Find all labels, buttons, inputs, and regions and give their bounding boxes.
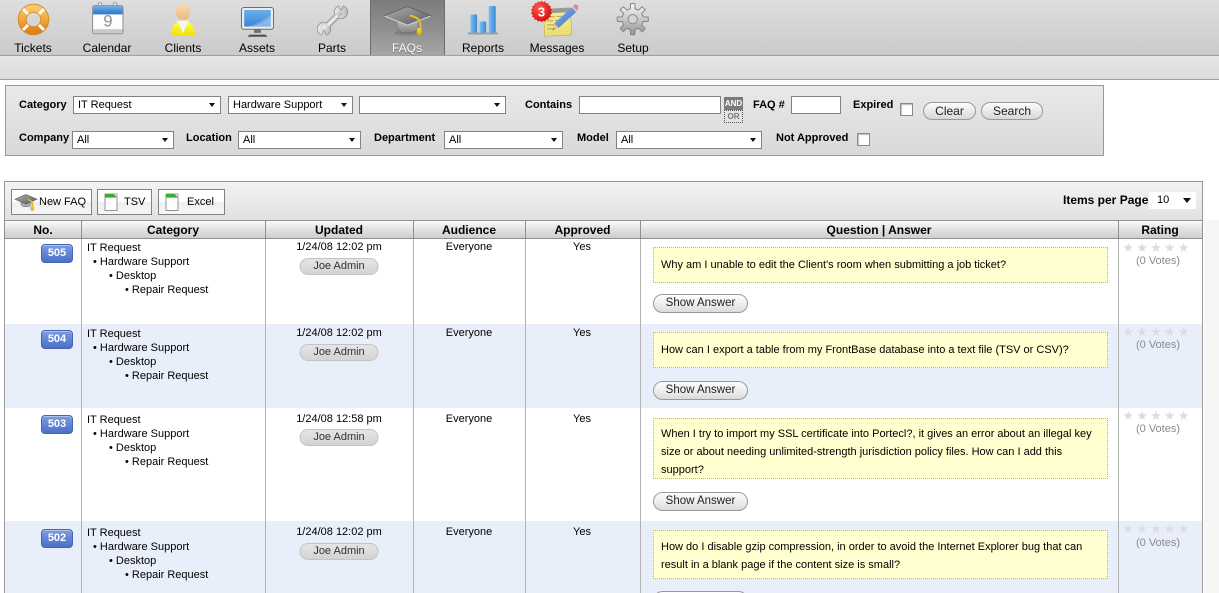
- svg-text:3: 3: [538, 4, 545, 19]
- svg-text:9: 9: [103, 13, 112, 31]
